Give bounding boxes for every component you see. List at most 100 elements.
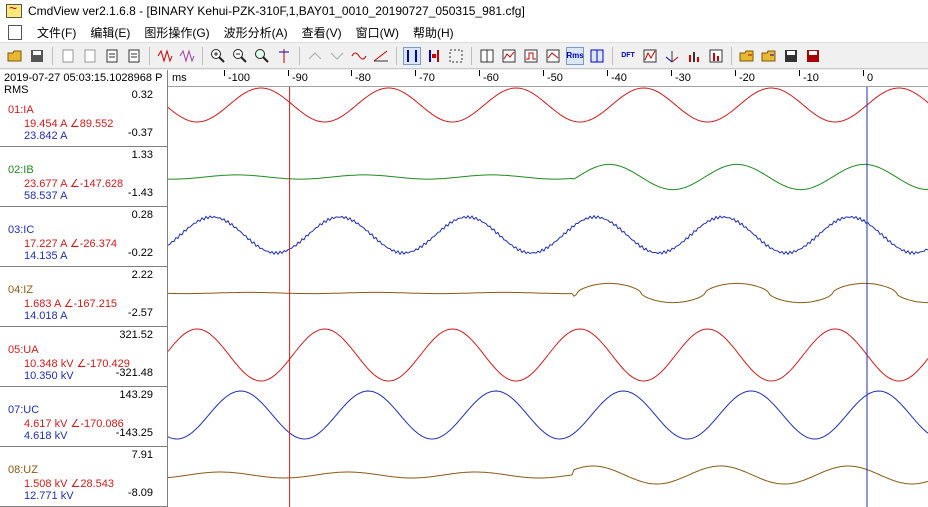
channel-ia[interactable]: 0.32 01:IA 19.454 A ∠89.552 23.842 A -0.… bbox=[0, 87, 167, 147]
channel-name: 03:IC bbox=[8, 224, 35, 236]
tick-mark bbox=[735, 70, 736, 76]
channel-ic[interactable]: 0.28 03:IC 17.227 A ∠-26.374 14.135 A -0… bbox=[0, 207, 167, 267]
menu-waveform-analysis[interactable]: 波形分析(A) bbox=[217, 24, 295, 41]
menu-view[interactable]: 查看(V) bbox=[295, 24, 349, 41]
select-box-icon[interactable] bbox=[447, 47, 465, 65]
menu-help[interactable]: 帮助(H) bbox=[406, 24, 461, 41]
down-icon[interactable] bbox=[328, 47, 346, 65]
menu-file[interactable]: 文件(F) bbox=[30, 24, 83, 41]
tick-label: -10 bbox=[803, 72, 819, 84]
title-bar: CmdView ver2.1.6.8 - [BINARY Kehui-PZK-3… bbox=[0, 0, 928, 22]
menu-edit[interactable]: 编辑(E) bbox=[83, 24, 137, 41]
compare-icon[interactable] bbox=[588, 47, 606, 65]
channel-uz[interactable]: 7.91 08:UZ 1.508 kV ∠28.543 12.771 kV -8… bbox=[0, 447, 167, 507]
tick-label: -80 bbox=[355, 72, 371, 84]
dft-text: DFT bbox=[621, 52, 635, 59]
up-icon[interactable] bbox=[306, 47, 324, 65]
menu-graphics[interactable]: 图形操作(G) bbox=[137, 24, 216, 41]
toolbar-separator bbox=[396, 46, 397, 65]
channel-value-secondary: 4.618 kV bbox=[24, 430, 68, 442]
dft-icon[interactable]: DFT bbox=[619, 47, 637, 65]
spectrum-icon[interactable] bbox=[641, 47, 659, 65]
marker-icon[interactable] bbox=[403, 46, 421, 65]
save3-icon[interactable] bbox=[804, 47, 822, 65]
channel-value-primary: 23.677 A ∠-147.628 bbox=[24, 178, 124, 190]
toolbar-separator bbox=[612, 46, 613, 65]
tick-label: 0 bbox=[867, 72, 874, 84]
wave-icon[interactable] bbox=[350, 47, 368, 65]
toolbar-separator bbox=[299, 46, 300, 65]
cursor-icon[interactable] bbox=[275, 47, 293, 65]
harmonic-icon[interactable] bbox=[707, 47, 725, 65]
toolbar-separator bbox=[52, 46, 53, 65]
rms-icon[interactable]: Rms bbox=[566, 46, 584, 65]
channel-value-primary: 1.508 kV ∠28.543 bbox=[24, 478, 114, 490]
zoom-out-icon[interactable] bbox=[231, 47, 249, 65]
grid-icon[interactable] bbox=[478, 47, 496, 65]
zoom-in-icon[interactable] bbox=[209, 47, 227, 65]
toolbar-separator bbox=[149, 46, 150, 65]
channel-max: 2.22 bbox=[131, 269, 153, 281]
chart2-icon[interactable] bbox=[544, 47, 562, 65]
channel-value-primary: 19.454 A ∠89.552 bbox=[24, 118, 114, 130]
time-ruler[interactable]: ms -100 -90 -80 -70 -60 -50 -40 -30 -20 … bbox=[168, 70, 928, 87]
tick-mark bbox=[863, 70, 864, 76]
channel-value-secondary: 58.537 A bbox=[24, 190, 68, 202]
doc4-icon[interactable] bbox=[125, 47, 143, 65]
open3-icon[interactable] bbox=[760, 47, 778, 65]
waveform-trace bbox=[168, 390, 928, 440]
doc3-icon[interactable] bbox=[103, 47, 121, 65]
channel-uc[interactable]: 143.29 07:UC 4.617 kV ∠-170.086 4.618 kV… bbox=[0, 387, 167, 447]
tick-mark bbox=[607, 70, 608, 76]
channel-value-primary: 10.348 kV ∠-170.429 bbox=[24, 358, 130, 370]
tick-mark bbox=[224, 70, 225, 76]
pulse-icon[interactable] bbox=[522, 47, 540, 65]
menu-window[interactable]: 窗口(W) bbox=[349, 24, 406, 41]
tick-label: -60 bbox=[483, 72, 499, 84]
tick-mark bbox=[799, 70, 800, 76]
chart-icon[interactable] bbox=[500, 47, 518, 65]
channel-name: 04:IZ bbox=[8, 284, 34, 296]
document-icon[interactable] bbox=[8, 24, 22, 40]
channel-max: 1.33 bbox=[131, 149, 153, 161]
open2-icon[interactable] bbox=[738, 47, 756, 65]
open-icon[interactable] bbox=[6, 47, 24, 65]
menu-bar: 文件(F) 编辑(E) 图形操作(G) 波形分析(A) 查看(V) 窗口(W) … bbox=[0, 22, 928, 43]
tick-label: -100 bbox=[228, 72, 251, 84]
channel-name: 05:UA bbox=[8, 344, 39, 356]
tick-label: -50 bbox=[547, 72, 563, 84]
save2-icon[interactable] bbox=[782, 47, 800, 65]
tick-mark bbox=[543, 70, 544, 76]
channel-ib[interactable]: 1.33 02:IB 23.677 A ∠-147.628 58.537 A -… bbox=[0, 147, 167, 207]
channel-name: 07:UC bbox=[8, 404, 40, 416]
ramp-icon[interactable] bbox=[372, 47, 390, 65]
channel-max: 0.28 bbox=[131, 209, 153, 221]
zigzag-red-icon[interactable] bbox=[156, 47, 174, 65]
channel-value-secondary: 23.842 A bbox=[24, 130, 68, 142]
waveform-trace bbox=[168, 282, 928, 304]
cursor-timestamp: 2019-07-27 05:03:15.1028968 P bbox=[4, 72, 163, 84]
tick-label: -70 bbox=[419, 72, 435, 84]
waveform-plot[interactable] bbox=[168, 87, 928, 507]
doc1-icon[interactable] bbox=[59, 47, 77, 65]
rms-text: Rms bbox=[566, 51, 584, 60]
tick-mark bbox=[671, 70, 672, 76]
doc2-icon[interactable] bbox=[81, 47, 99, 65]
zoom-fit-icon[interactable] bbox=[253, 47, 271, 65]
channel-ua[interactable]: 321.52 05:UA 10.348 kV ∠-170.429 10.350 … bbox=[0, 327, 167, 387]
bar-icon[interactable] bbox=[685, 47, 703, 65]
app-icon bbox=[6, 0, 22, 18]
channel-iz[interactable]: 2.22 04:IZ 1.683 A ∠-167.215 14.018 A -2… bbox=[0, 267, 167, 327]
tick-label: -90 bbox=[292, 72, 308, 84]
marker-active-icon[interactable] bbox=[425, 47, 443, 65]
zigzag-purple-icon[interactable] bbox=[178, 47, 196, 65]
tick-label: -40 bbox=[611, 72, 627, 84]
channel-max: 321.52 bbox=[119, 329, 153, 341]
save-icon[interactable] bbox=[28, 47, 46, 65]
tick-label: -20 bbox=[739, 72, 755, 84]
channel-value-primary: 17.227 A ∠-26.374 bbox=[24, 238, 118, 250]
tick-mark bbox=[415, 70, 416, 76]
vector-icon[interactable] bbox=[663, 47, 681, 65]
channel-value-secondary: 14.135 A bbox=[24, 250, 68, 262]
waveform-trace bbox=[168, 87, 928, 123]
